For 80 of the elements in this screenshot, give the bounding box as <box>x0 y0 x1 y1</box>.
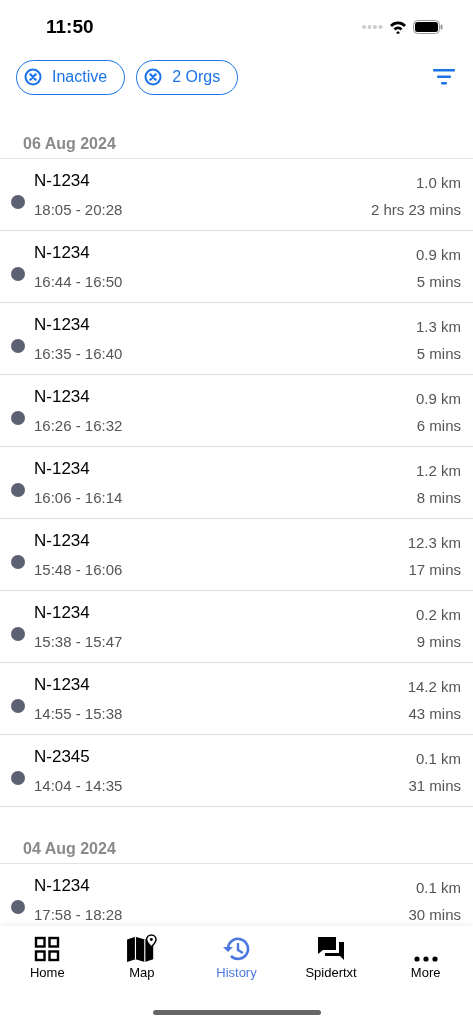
status-dot-icon <box>11 338 25 353</box>
trip-time: 15:48 - 16:06 <box>34 561 123 578</box>
map-icon <box>124 934 159 962</box>
status-dot-icon <box>11 194 25 209</box>
battery-icon <box>413 20 443 34</box>
trip-distance: 14.2 km <box>407 677 461 695</box>
vehicle-name: N-1234 <box>34 243 91 263</box>
remove-icon[interactable] <box>24 68 42 86</box>
tab[interactable]: History <box>196 934 277 980</box>
filter-chip[interactable]: 2 Orgs <box>136 59 239 95</box>
vehicle-name: N-1234 <box>34 675 91 695</box>
history-icon <box>221 936 252 962</box>
trip-row[interactable]: N-2345 14:04 - 14:35 0.1 km 31 mins <box>0 735 473 807</box>
trip-time: 16:26 - 16:32 <box>34 417 123 434</box>
vehicle-name: N-1234 <box>34 171 91 191</box>
trip-time: 14:55 - 15:38 <box>34 705 123 722</box>
status-dot-icon <box>11 626 25 641</box>
tab[interactable]: Map <box>101 934 182 980</box>
trip-row[interactable]: N-1234 16:06 - 16:14 1.2 km 8 mins <box>0 447 473 519</box>
trip-row[interactable]: N-1234 16:26 - 16:32 0.9 km 6 mins <box>0 375 473 447</box>
filter-icon[interactable] <box>433 69 455 85</box>
trip-distance: 0.1 km <box>416 878 461 896</box>
tab[interactable]: Spidertxt <box>291 934 372 980</box>
trip-time: 15:38 - 15:47 <box>34 633 123 650</box>
trip-duration: 5 mins <box>416 344 461 362</box>
trip-row[interactable]: N-1234 16:44 - 16:50 0.9 km 5 mins <box>0 231 473 303</box>
trip-duration: 6 mins <box>416 416 461 434</box>
vehicle-name: N-1234 <box>34 531 91 551</box>
trip-distance: 12.3 km <box>407 533 461 551</box>
filter-chip[interactable]: Inactive <box>16 59 126 95</box>
trip-distance: 1.3 km <box>416 317 461 335</box>
trip-row[interactable]: N-1234 15:48 - 16:06 12.3 km 17 mins <box>0 519 473 591</box>
status-dot-icon <box>11 266 25 281</box>
vehicle-name: N-1234 <box>34 459 91 479</box>
remove-icon[interactable] <box>144 68 163 86</box>
status-dot-icon <box>11 770 25 785</box>
date-header: 04 Aug 2024 <box>0 834 473 864</box>
trip-distance: 0.1 km <box>416 749 461 767</box>
status-dot-icon <box>11 554 25 569</box>
trip-duration: 43 mins <box>408 704 461 722</box>
status-time: 11:50 <box>46 16 94 38</box>
vehicle-name: N-1234 <box>34 876 91 896</box>
more-icon <box>413 956 438 962</box>
vehicle-name: N-1234 <box>34 603 91 623</box>
trip-time: 14:04 - 14:35 <box>34 777 123 794</box>
vehicle-name: N-2345 <box>34 747 91 767</box>
trip-row[interactable]: N-1234 18:05 - 20:28 1.0 km 2 hrs 23 mins <box>0 159 473 231</box>
tab[interactable]: More <box>385 934 466 980</box>
vehicle-name: N-1234 <box>34 387 91 407</box>
trip-duration: 30 mins <box>408 905 461 923</box>
trip-duration: 5 mins <box>416 272 461 290</box>
signal-icon <box>361 24 383 30</box>
date-header: 06 Aug 2024 <box>0 129 473 159</box>
trip-row[interactable]: N-1234 14:55 - 15:38 14.2 km 43 mins <box>0 663 473 735</box>
trip-duration: 17 mins <box>408 560 461 578</box>
trip-time: 16:44 - 16:50 <box>34 273 123 290</box>
trip-time: 16:06 - 16:14 <box>34 489 123 506</box>
status-dot-icon <box>11 899 25 914</box>
trip-duration: 8 mins <box>416 488 461 506</box>
wifi-icon <box>389 20 407 34</box>
trip-time: 18:05 - 20:28 <box>34 201 123 218</box>
trip-time: 17:58 - 18:28 <box>34 906 123 923</box>
status-dot-icon <box>11 482 25 497</box>
trip-duration: 2 hrs 23 mins <box>370 200 461 218</box>
trip-duration: 9 mins <box>416 632 461 650</box>
chat-icon <box>317 936 346 962</box>
grid-icon <box>34 936 61 962</box>
trip-distance: 1.2 km <box>416 461 461 479</box>
trip-distance: 0.9 km <box>416 389 461 407</box>
trip-distance: 0.2 km <box>416 605 461 623</box>
trip-time: 16:35 - 16:40 <box>34 345 123 362</box>
trip-row[interactable]: N-1234 15:38 - 15:47 0.2 km 9 mins <box>0 591 473 663</box>
trip-row[interactable]: N-1234 16:35 - 16:40 1.3 km 5 mins <box>0 303 473 375</box>
trip-duration: 31 mins <box>408 776 461 794</box>
vehicle-name: N-1234 <box>34 315 91 335</box>
tab[interactable]: Home <box>7 934 88 980</box>
trip-distance: 1.0 km <box>416 173 461 191</box>
status-dot-icon <box>11 698 25 713</box>
trip-distance: 0.9 km <box>416 245 461 263</box>
status-dot-icon <box>11 410 25 425</box>
